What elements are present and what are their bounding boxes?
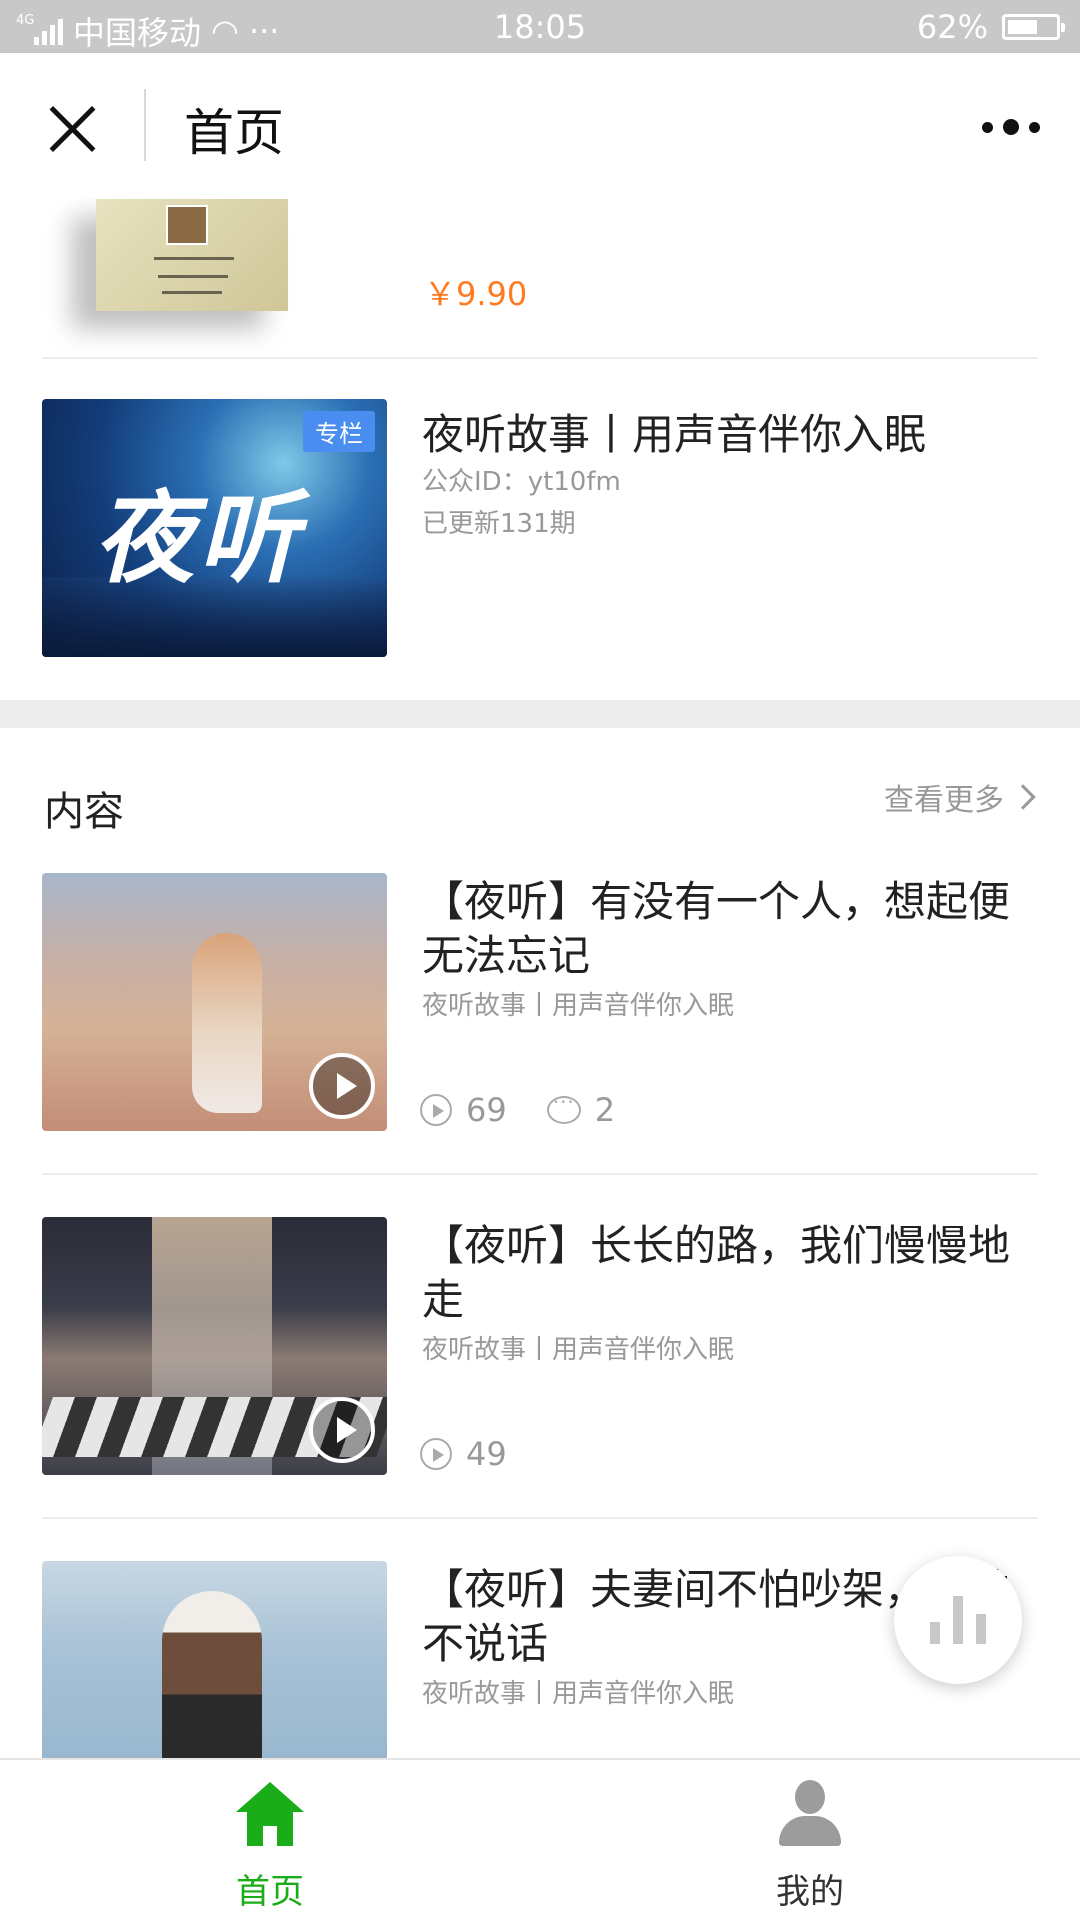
play-count-value: 49	[466, 1435, 507, 1473]
book-item[interactable]: ￥9.90	[0, 199, 1080, 357]
tab-me-label: 我的	[776, 1872, 844, 1912]
item-thumbnail[interactable]	[42, 873, 387, 1131]
column-card[interactable]: 专栏 夜听 夜听故事丨用声音伴你入眠 公众ID：yt10fm 已更新131期	[0, 399, 1080, 659]
item-subtitle: 夜听故事丨用声音伴你入眠	[422, 1335, 735, 1365]
item-thumbnail[interactable]	[42, 1561, 387, 1759]
audio-bars-icon	[930, 1622, 940, 1644]
tab-me[interactable]: 我的	[710, 1778, 910, 1913]
battery-percent: 62%	[916, 8, 988, 46]
column-cover-text: 夜听	[94, 479, 302, 597]
page-title: 首页	[184, 104, 284, 162]
tab-home[interactable]: 首页	[170, 1778, 370, 1913]
play-count: 49	[420, 1435, 507, 1473]
battery-icon	[1002, 14, 1065, 40]
item-stats: 49	[420, 1435, 547, 1473]
book-price: ￥9.90	[424, 275, 528, 313]
chevron-right-icon	[1010, 784, 1036, 810]
user-icon	[775, 1778, 845, 1848]
home-icon	[235, 1778, 305, 1848]
divider	[42, 357, 1038, 359]
play-count-icon	[420, 1438, 452, 1470]
play-icon[interactable]	[309, 1053, 375, 1119]
play-count: 69	[420, 1091, 507, 1129]
column-account-id: 公众ID：yt10fm	[422, 467, 621, 497]
more-icon[interactable]	[982, 119, 1040, 135]
battery-fill	[1008, 20, 1037, 34]
close-icon[interactable]	[46, 103, 98, 155]
tab-home-label: 首页	[236, 1872, 304, 1912]
play-icon[interactable]	[309, 1397, 375, 1463]
section-separator	[0, 700, 1080, 728]
column-cover-image[interactable]: 专栏 夜听	[42, 399, 387, 657]
book-portrait	[166, 205, 208, 245]
item-thumbnail[interactable]	[42, 1217, 387, 1475]
item-stats: 69 2	[420, 1090, 655, 1129]
item-title[interactable]: 【夜听】长长的路，我们慢慢地走	[422, 1219, 1022, 1327]
divider	[42, 1173, 1038, 1175]
comment-count: 2	[546, 1090, 616, 1129]
nav-header: 首页	[0, 53, 1080, 199]
play-count-icon	[420, 1094, 452, 1126]
tab-bar: 首页 我的	[0, 1758, 1080, 1920]
list-item[interactable]: 【夜听】有没有一个人，想起便无法忘记 夜听故事丨用声音伴你入眠 69 2	[0, 873, 1080, 1173]
see-more-label: 查看更多	[884, 783, 1004, 818]
item-subtitle: 夜听故事丨用声音伴你入眠	[422, 1679, 735, 1709]
main-content[interactable]: ￥9.90 专栏 夜听 夜听故事丨用声音伴你入眠 公众ID：yt10fm 已更新…	[0, 199, 1080, 1759]
column-tag: 专栏	[303, 411, 375, 452]
comment-count-value: 2	[594, 1091, 616, 1129]
play-count-value: 69	[466, 1091, 507, 1129]
comment-icon	[546, 1090, 581, 1124]
book-cover-image[interactable]	[96, 199, 288, 311]
status-right: 62%	[916, 8, 1065, 46]
divider	[42, 1517, 1038, 1519]
header-divider	[144, 89, 146, 161]
status-bar: 4G 中国移动 ◠ ··· 18:05 62%	[0, 0, 1080, 53]
audio-player-button[interactable]	[894, 1556, 1022, 1684]
item-subtitle: 夜听故事丨用声音伴你入眠	[422, 991, 735, 1021]
column-update-count: 已更新131期	[422, 509, 576, 539]
column-title[interactable]: 夜听故事丨用声音伴你入眠	[422, 401, 926, 462]
see-more-link[interactable]: 查看更多	[884, 775, 1036, 819]
section-title: 内容	[44, 789, 124, 835]
item-title[interactable]: 【夜听】有没有一个人，想起便无法忘记	[422, 875, 1022, 983]
list-item[interactable]: 【夜听】长长的路，我们慢慢地走 夜听故事丨用声音伴你入眠 49	[0, 1217, 1080, 1517]
